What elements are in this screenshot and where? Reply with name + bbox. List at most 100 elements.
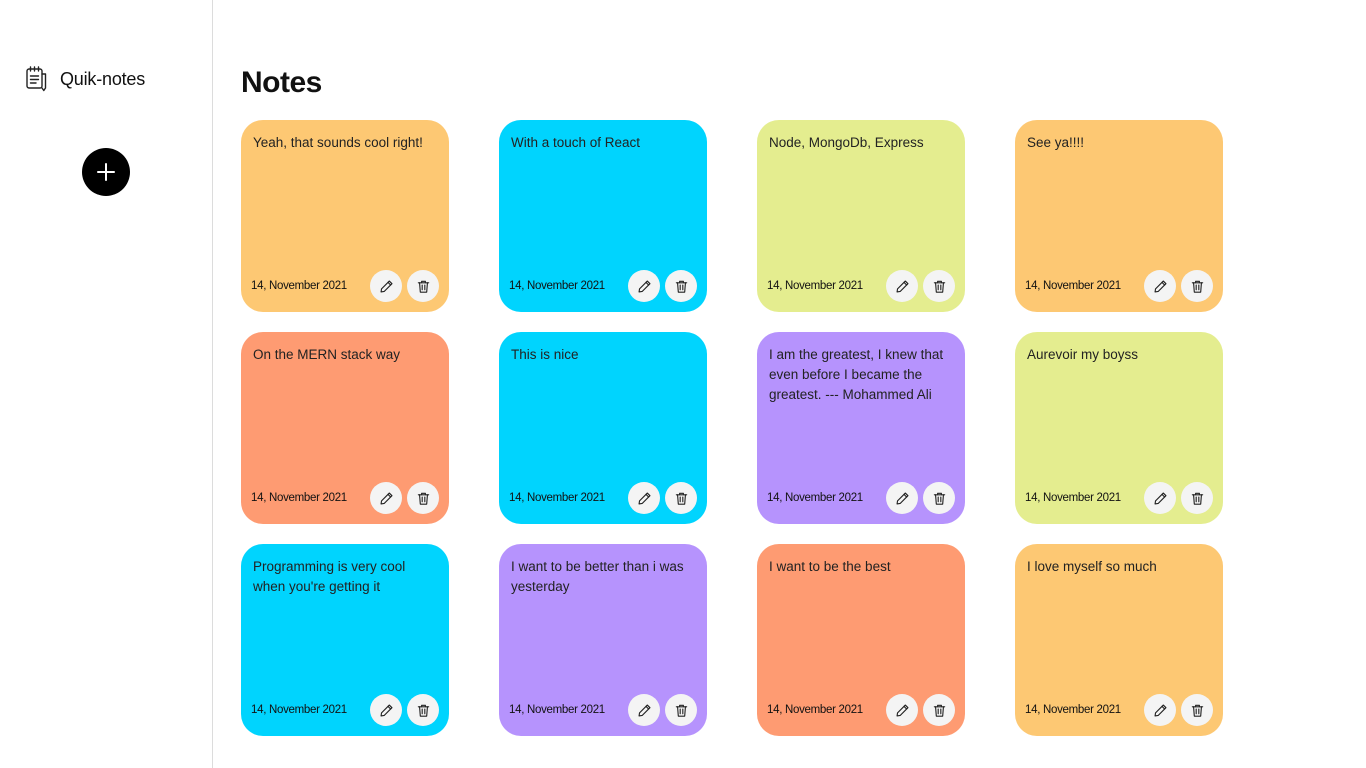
edit-note-button[interactable] bbox=[628, 482, 660, 514]
note-card[interactable]: This is nice 14, November 2021 bbox=[499, 332, 707, 524]
pencil-icon bbox=[638, 492, 650, 504]
trash-icon bbox=[933, 280, 945, 293]
note-card[interactable]: Aurevoir my boyss 14, November 2021 bbox=[1015, 332, 1223, 524]
note-actions bbox=[628, 270, 697, 302]
note-footer: 14, November 2021 bbox=[767, 694, 955, 726]
delete-note-button[interactable] bbox=[665, 270, 697, 302]
delete-note-button[interactable] bbox=[1181, 694, 1213, 726]
note-footer: 14, November 2021 bbox=[251, 482, 439, 514]
note-text: Aurevoir my boyss bbox=[1027, 347, 1139, 362]
pencil-icon bbox=[896, 280, 908, 292]
edit-note-button[interactable] bbox=[370, 482, 402, 514]
note-footer: 14, November 2021 bbox=[767, 482, 955, 514]
note-text: On the MERN stack way bbox=[253, 347, 401, 362]
page-title: Notes bbox=[241, 66, 322, 99]
edit-note-button[interactable] bbox=[886, 270, 918, 302]
note-text: Yeah, that sounds cool right! bbox=[253, 135, 423, 150]
note-text: I am the greatest, I knew that even befo… bbox=[769, 347, 944, 402]
note-date: 14, November 2021 bbox=[509, 492, 605, 504]
note-date: 14, November 2021 bbox=[1025, 704, 1121, 716]
edit-note-button[interactable] bbox=[1144, 270, 1176, 302]
trash-icon bbox=[1191, 492, 1203, 505]
pencil-icon bbox=[638, 280, 650, 292]
trash-icon bbox=[417, 280, 429, 293]
delete-note-button[interactable] bbox=[1181, 270, 1213, 302]
note-actions bbox=[1144, 270, 1213, 302]
note-card[interactable]: On the MERN stack way 14, November 2021 bbox=[241, 332, 449, 524]
pencil-icon bbox=[380, 280, 392, 292]
delete-note-button[interactable] bbox=[665, 694, 697, 726]
edit-note-button[interactable] bbox=[886, 694, 918, 726]
pencil-icon bbox=[1154, 492, 1166, 504]
delete-note-button[interactable] bbox=[923, 482, 955, 514]
trash-icon bbox=[1191, 280, 1203, 293]
brand-name: Quik-notes bbox=[60, 68, 146, 89]
delete-note-button[interactable] bbox=[665, 482, 697, 514]
note-actions bbox=[628, 694, 697, 726]
notes-grid: Yeah, that sounds cool right! 14, Novemb… bbox=[241, 120, 1223, 736]
delete-note-button[interactable] bbox=[1181, 482, 1213, 514]
note-text: I want to be better than i was yesterday bbox=[511, 559, 684, 594]
delete-note-button[interactable] bbox=[407, 270, 439, 302]
note-footer: 14, November 2021 bbox=[509, 482, 697, 514]
add-note-button[interactable] bbox=[82, 148, 130, 196]
note-actions bbox=[886, 694, 955, 726]
delete-note-button[interactable] bbox=[923, 694, 955, 726]
edit-note-button[interactable] bbox=[628, 694, 660, 726]
delete-note-button[interactable] bbox=[407, 482, 439, 514]
edit-note-button[interactable] bbox=[886, 482, 918, 514]
delete-note-button[interactable] bbox=[407, 694, 439, 726]
note-card[interactable]: See ya!!!! 14, November 2021 bbox=[1015, 120, 1223, 312]
note-actions bbox=[886, 270, 955, 302]
note-date: 14, November 2021 bbox=[251, 492, 347, 504]
note-card[interactable]: I am the greatest, I knew that even befo… bbox=[757, 332, 965, 524]
note-footer: 14, November 2021 bbox=[1025, 482, 1213, 514]
note-card[interactable]: With a touch of React 14, November 2021 bbox=[499, 120, 707, 312]
note-actions bbox=[370, 694, 439, 726]
note-footer: 14, November 2021 bbox=[251, 694, 439, 726]
note-footer: 14, November 2021 bbox=[251, 270, 439, 302]
note-text: This is nice bbox=[511, 347, 579, 362]
pencil-icon bbox=[638, 704, 650, 716]
note-text: I love myself so much bbox=[1027, 559, 1157, 574]
note-footer: 14, November 2021 bbox=[1025, 270, 1213, 302]
edit-note-button[interactable] bbox=[370, 270, 402, 302]
edit-note-button[interactable] bbox=[370, 694, 402, 726]
note-card[interactable]: I want to be the best 14, November 2021 bbox=[757, 544, 965, 736]
trash-icon bbox=[675, 704, 687, 717]
trash-icon bbox=[675, 280, 687, 293]
trash-icon bbox=[1191, 704, 1203, 717]
sidebar: Quik-notes bbox=[0, 0, 213, 768]
pencil-icon bbox=[1154, 704, 1166, 716]
note-card[interactable]: Node, MongoDb, Express 14, November 2021 bbox=[757, 120, 965, 312]
edit-note-button[interactable] bbox=[1144, 482, 1176, 514]
note-actions bbox=[1144, 694, 1213, 726]
note-date: 14, November 2021 bbox=[251, 280, 347, 292]
note-card[interactable]: I want to be better than i was yesterday… bbox=[499, 544, 707, 736]
delete-note-button[interactable] bbox=[923, 270, 955, 302]
note-date: 14, November 2021 bbox=[509, 704, 605, 716]
note-card[interactable]: I love myself so much 14, November 2021 bbox=[1015, 544, 1223, 736]
note-text: See ya!!!! bbox=[1027, 135, 1085, 150]
edit-note-button[interactable] bbox=[1144, 694, 1176, 726]
note-text: Node, MongoDb, Express bbox=[769, 135, 924, 150]
pencil-icon bbox=[1154, 280, 1166, 292]
note-actions bbox=[628, 482, 697, 514]
note-date: 14, November 2021 bbox=[509, 280, 605, 292]
note-text: With a touch of React bbox=[511, 135, 641, 150]
note-card[interactable]: Yeah, that sounds cool right! 14, Novemb… bbox=[241, 120, 449, 312]
pencil-icon bbox=[896, 704, 908, 716]
trash-icon bbox=[675, 492, 687, 505]
edit-note-button[interactable] bbox=[628, 270, 660, 302]
note-date: 14, November 2021 bbox=[767, 704, 863, 716]
note-date: 14, November 2021 bbox=[1025, 280, 1121, 292]
note-card[interactable]: Programming is very cool when you're get… bbox=[241, 544, 449, 736]
note-text: Programming is very cool when you're get… bbox=[253, 559, 406, 594]
note-actions bbox=[886, 482, 955, 514]
brand[interactable]: Quik-notes bbox=[24, 66, 145, 92]
pencil-icon bbox=[896, 492, 908, 504]
note-text: I want to be the best bbox=[769, 559, 891, 574]
pencil-icon bbox=[380, 492, 392, 504]
trash-icon bbox=[417, 704, 429, 717]
note-date: 14, November 2021 bbox=[767, 492, 863, 504]
